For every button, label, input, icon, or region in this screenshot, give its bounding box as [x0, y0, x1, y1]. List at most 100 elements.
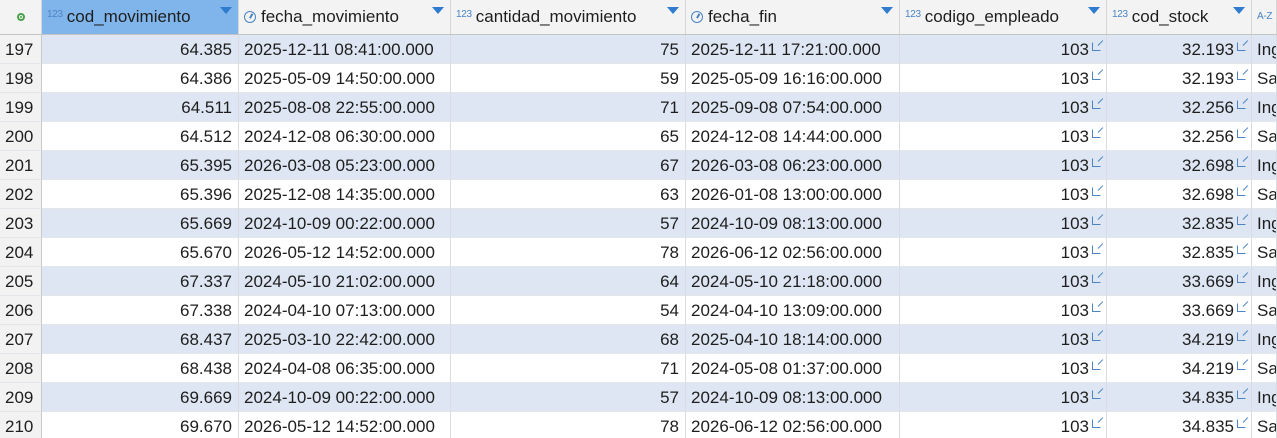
foreign-key-link-icon[interactable] [1237, 216, 1246, 225]
cell-codigo-empleado[interactable]: 103 [900, 383, 1107, 412]
cell-fecha-fin[interactable]: 2026-03-08 06:23:00.000 [686, 151, 900, 180]
cell-cod-stock[interactable]: 32.193 [1107, 64, 1252, 93]
cell-fecha-movimiento[interactable]: 2024-05-10 21:02:00.000 [239, 267, 451, 296]
cell-cod-movimiento[interactable]: 65.670 [42, 238, 239, 267]
cell-codigo-empleado[interactable]: 103 [900, 35, 1107, 64]
cell-text-truncated[interactable]: Sa [1252, 354, 1277, 383]
sort-dropdown-icon[interactable] [667, 7, 679, 14]
sort-dropdown-icon[interactable] [1088, 7, 1100, 14]
cell-text-truncated[interactable]: Ing [1252, 35, 1277, 64]
foreign-key-link-icon[interactable] [1092, 332, 1101, 341]
cell-cod-movimiento[interactable]: 64.386 [42, 64, 239, 93]
cell-cod-movimiento[interactable]: 67.338 [42, 296, 239, 325]
foreign-key-link-icon[interactable] [1092, 71, 1101, 80]
cell-cantidad-movimiento[interactable]: 78 [451, 238, 686, 267]
cell-text-truncated[interactable]: Ing [1252, 151, 1277, 180]
cell-fecha-fin[interactable]: 2024-04-10 13:09:00.000 [686, 296, 900, 325]
table-row[interactable]: 208 68.438 2024-04-08 06:35:00.000 71 2024-0… [0, 354, 1277, 383]
table-row[interactable]: 204 65.670 2026-05-12 14:52:00.000 78 2026-0… [0, 238, 1277, 267]
foreign-key-link-icon[interactable] [1092, 245, 1101, 254]
cell-cantidad-movimiento[interactable]: 63 [451, 180, 686, 209]
cell-text-truncated[interactable]: Sa [1252, 296, 1277, 325]
table-row[interactable]: 209 69.669 2024-10-09 00:22:00.000 57 2024-1… [0, 383, 1277, 412]
foreign-key-link-icon[interactable] [1237, 245, 1246, 254]
cell-cantidad-movimiento[interactable]: 54 [451, 296, 686, 325]
cell-fecha-movimiento[interactable]: 2025-08-08 22:55:00.000 [239, 93, 451, 122]
cell-fecha-fin[interactable]: 2024-05-08 01:37:00.000 [686, 354, 900, 383]
foreign-key-link-icon[interactable] [1092, 303, 1101, 312]
cell-fecha-movimiento[interactable]: 2026-05-12 14:52:00.000 [239, 412, 451, 438]
column-header-fecha-movimiento[interactable]: fecha_movimiento [239, 0, 451, 34]
sort-dropdown-icon[interactable] [1233, 7, 1245, 14]
foreign-key-link-icon[interactable] [1237, 274, 1246, 283]
cell-codigo-empleado[interactable]: 103 [900, 151, 1107, 180]
sort-dropdown-icon[interactable] [220, 7, 232, 14]
cell-cod-stock[interactable]: 32.698 [1107, 151, 1252, 180]
cell-fecha-fin[interactable]: 2025-05-09 16:16:00.000 [686, 64, 900, 93]
cell-cod-movimiento[interactable]: 64.385 [42, 35, 239, 64]
cell-text-truncated[interactable]: Sa [1252, 180, 1277, 209]
cell-fecha-fin[interactable]: 2026-06-12 02:56:00.000 [686, 238, 900, 267]
cell-cod-stock[interactable]: 33.669 [1107, 267, 1252, 296]
row-number[interactable]: 210 [0, 412, 42, 438]
cell-codigo-empleado[interactable]: 103 [900, 354, 1107, 383]
table-row[interactable]: 210 69.670 2026-05-12 14:52:00.000 78 2026-0… [0, 412, 1277, 438]
cell-fecha-fin[interactable]: 2024-05-10 21:18:00.000 [686, 267, 900, 296]
cell-cantidad-movimiento[interactable]: 67 [451, 151, 686, 180]
cell-codigo-empleado[interactable]: 103 [900, 267, 1107, 296]
foreign-key-link-icon[interactable] [1237, 390, 1246, 399]
column-header-fecha-fin[interactable]: fecha_fin [686, 0, 900, 34]
table-row[interactable]: 202 65.396 2025-12-08 14:35:00.000 63 2026-0… [0, 180, 1277, 209]
row-number[interactable]: 209 [0, 383, 42, 412]
cell-cod-movimiento[interactable]: 69.669 [42, 383, 239, 412]
row-number[interactable]: 207 [0, 325, 42, 354]
sort-dropdown-icon[interactable] [432, 7, 444, 14]
foreign-key-link-icon[interactable] [1092, 419, 1101, 428]
foreign-key-link-icon[interactable] [1237, 158, 1246, 167]
cell-cod-movimiento[interactable]: 65.396 [42, 180, 239, 209]
cell-cod-movimiento[interactable]: 69.670 [42, 412, 239, 438]
foreign-key-link-icon[interactable] [1092, 390, 1101, 399]
foreign-key-link-icon[interactable] [1237, 42, 1246, 51]
cell-cantidad-movimiento[interactable]: 68 [451, 325, 686, 354]
cell-fecha-movimiento[interactable]: 2026-03-08 05:23:00.000 [239, 151, 451, 180]
cell-cantidad-movimiento[interactable]: 57 [451, 209, 686, 238]
foreign-key-link-icon[interactable] [1092, 274, 1101, 283]
foreign-key-link-icon[interactable] [1237, 303, 1246, 312]
cell-codigo-empleado[interactable]: 103 [900, 64, 1107, 93]
cell-codigo-empleado[interactable]: 103 [900, 180, 1107, 209]
cell-cod-movimiento[interactable]: 67.337 [42, 267, 239, 296]
sort-dropdown-icon[interactable] [881, 7, 893, 14]
cell-cod-stock[interactable]: 32.835 [1107, 238, 1252, 267]
cell-fecha-fin[interactable]: 2024-12-08 14:44:00.000 [686, 122, 900, 151]
cell-cod-movimiento[interactable]: 64.511 [42, 93, 239, 122]
foreign-key-link-icon[interactable] [1092, 216, 1101, 225]
foreign-key-link-icon[interactable] [1092, 361, 1101, 370]
row-number[interactable]: 203 [0, 209, 42, 238]
cell-cod-stock[interactable]: 32.698 [1107, 180, 1252, 209]
cell-fecha-movimiento[interactable]: 2024-12-08 06:30:00.000 [239, 122, 451, 151]
cell-cantidad-movimiento[interactable]: 65 [451, 122, 686, 151]
cell-codigo-empleado[interactable]: 103 [900, 122, 1107, 151]
cell-fecha-movimiento[interactable]: 2024-04-08 06:35:00.000 [239, 354, 451, 383]
column-header-codigo-empleado[interactable]: 123 codigo_empleado [900, 0, 1107, 34]
cell-cod-movimiento[interactable]: 64.512 [42, 122, 239, 151]
cell-cantidad-movimiento[interactable]: 64 [451, 267, 686, 296]
cell-cod-movimiento[interactable]: 65.395 [42, 151, 239, 180]
cell-text-truncated[interactable]: Ing [1252, 383, 1277, 412]
cell-cantidad-movimiento[interactable]: 57 [451, 383, 686, 412]
cell-cod-stock[interactable]: 34.219 [1107, 354, 1252, 383]
grid-corner[interactable] [0, 0, 42, 34]
foreign-key-link-icon[interactable] [1092, 42, 1101, 51]
column-header-text[interactable]: A-Z [1252, 0, 1277, 34]
cell-cod-movimiento[interactable]: 68.437 [42, 325, 239, 354]
cell-fecha-movimiento[interactable]: 2024-04-10 07:13:00.000 [239, 296, 451, 325]
cell-codigo-empleado[interactable]: 103 [900, 296, 1107, 325]
table-row[interactable]: 197 64.385 2025-12-11 08:41:00.000 75 2025-1… [0, 35, 1277, 64]
table-row[interactable]: 205 67.337 2024-05-10 21:02:00.000 64 2024-0… [0, 267, 1277, 296]
row-number[interactable]: 198 [0, 64, 42, 93]
cell-fecha-movimiento[interactable]: 2025-12-08 14:35:00.000 [239, 180, 451, 209]
cell-cantidad-movimiento[interactable]: 75 [451, 35, 686, 64]
row-number[interactable]: 204 [0, 238, 42, 267]
cell-cod-movimiento[interactable]: 68.438 [42, 354, 239, 383]
